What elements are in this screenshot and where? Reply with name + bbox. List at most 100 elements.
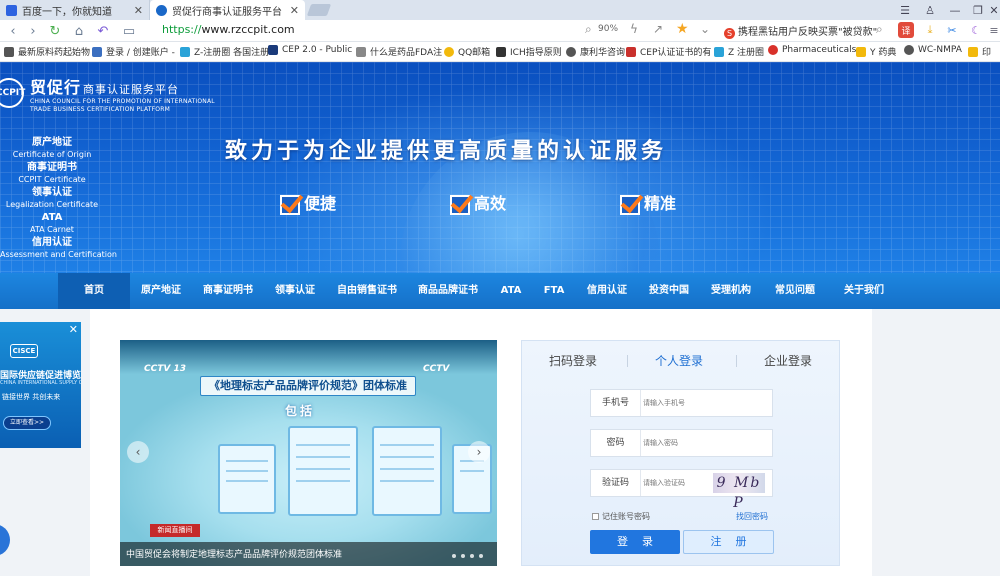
carousel-dot[interactable] [461,554,465,558]
nav-consular[interactable]: 领事认证 [268,273,322,309]
service-item-en[interactable]: Legalization Certificate [0,199,104,211]
carousel-next-icon[interactable]: › [468,441,490,463]
share-icon[interactable]: ↗ [653,22,663,36]
nav-agencies[interactable]: 受理机构 [704,273,758,309]
remember-me[interactable]: 记住账号密码 [592,511,650,522]
chevron-down-icon[interactable]: ⌄ [700,22,710,36]
bookmark-item[interactable]: Z 注册圈 [714,45,764,58]
tab-label: 贸促行商事认证服务平台 [172,6,282,18]
nav-about[interactable]: 关于我们 [836,273,892,309]
floating-side-button[interactable] [0,524,10,556]
translate-icon[interactable]: 译 [898,22,914,38]
nav-commercial-cert[interactable]: 商事证明书 [198,273,258,309]
bookmark-item[interactable]: ICH指导原则 [496,45,562,58]
password-input[interactable] [643,435,713,451]
service-item-en[interactable]: ATA Carnet [0,224,104,236]
ad-view-button[interactable]: 立即查看>> [3,416,51,430]
nav-invest-china[interactable]: 投资中国 [644,273,694,309]
logo-name-en-2: TRADE BUSINESS CERTIFICATION PLATFORM [30,106,170,113]
captcha-input[interactable] [643,475,713,491]
refresh-icon[interactable]: ↻ [46,22,64,40]
bookmark-label: 印 [982,48,992,58]
bookmark-item[interactable]: Y 药典 [856,45,896,58]
bookmark-item[interactable]: Pharmaceuticals [768,45,856,55]
home-icon[interactable]: ⌂ [70,22,88,40]
service-item-cn[interactable]: 原产地证 [0,136,104,149]
bookmark-item[interactable]: Z-注册圈 各国注册 [180,45,269,58]
bookmark-star-icon[interactable]: ★ [676,21,689,37]
site-logo[interactable]: CCPIT 贸促行商事认证服务平台 CHINA COUNCIL FOR THE … [0,74,215,114]
bookmark-item[interactable]: CEP 2.0 - Public [268,45,352,55]
bookmark-item[interactable]: WC-NMPA [904,45,962,55]
lightning-icon[interactable]: ϟ [630,22,638,36]
remember-checkbox[interactable] [592,513,599,520]
zoom-icon[interactable]: ⌕ [585,22,592,37]
register-button[interactable]: 注册 [683,530,774,554]
service-item-cn[interactable]: 领事认证 [0,186,104,199]
new-tab-button[interactable] [306,4,332,16]
bookmark-item[interactable]: CEP认证证书的有 [626,45,711,58]
close-window-icon[interactable]: ✕ [982,0,1000,20]
forward-icon[interactable]: › [24,22,42,40]
feature-label: 精准 [644,194,677,213]
tab-qr-login[interactable]: 扫码登录 [549,352,597,369]
service-item-cn[interactable]: 信用认证 [0,236,104,249]
nav-brand-cert[interactable]: 商品品牌证书 [412,273,484,309]
news-carousel[interactable]: CCTV 13 CCTV 《地理标志产品品牌评价规范》团体标准 包括 ‹ › 新… [120,340,497,566]
carousel-prev-icon[interactable]: ‹ [127,441,149,463]
nav-fta[interactable]: FTA [538,273,570,309]
floating-ad[interactable]: ✕ CISCE 国际供应链促进博览会 CHINA INTERNATIONAL S… [0,322,81,448]
carousel-dot[interactable] [479,554,483,558]
service-item-cn[interactable]: ATA [0,211,104,224]
tab-enterprise-login[interactable]: 企业登录 [764,352,812,369]
close-icon[interactable]: ✕ [134,4,143,17]
service-item-en[interactable]: Assessment and Certification [0,249,117,261]
nav-ata[interactable]: ATA [494,273,528,309]
folder-icon [968,46,978,57]
url-field[interactable]: https://www.rzccpit.com [162,23,295,36]
tools-icon[interactable]: ✂ [944,22,960,38]
bookmark-item[interactable]: QQ邮箱 [444,45,490,58]
close-icon[interactable]: ✕ [290,4,299,17]
tab-ccpit[interactable]: 贸促行商事认证服务平台 ✕ [150,0,305,20]
bookmark-item[interactable]: 康利华咨询 [566,45,625,58]
bookmark-item[interactable]: 印 [968,45,991,58]
nav-credit[interactable]: 信用认证 [580,273,634,309]
bookmark-item[interactable]: 最新原料药起始物 [4,45,90,58]
nav-home[interactable]: 首页 [58,273,130,309]
skin-icon[interactable]: ♙ [918,0,942,20]
login-button[interactable]: 登录 [590,530,680,554]
logo-name: 贸促行 商事认证服务平台 [30,74,215,98]
nav-free-sale[interactable]: 自由销售证书 [332,273,402,309]
bookmark-label: QQ邮箱 [458,48,491,58]
carousel-caption[interactable]: 中国贸促会将制定地理标志产品品牌评价规范团体标准 [126,547,342,560]
tab-baidu[interactable]: 百度一下，你就知道 ✕ [0,0,150,20]
carousel-dot[interactable] [452,554,456,558]
back-icon[interactable]: ‹ [4,22,22,40]
service-item-en[interactable]: Certificate of Origin [0,149,104,161]
tab-personal-login[interactable]: 个人登录 [655,352,703,369]
menu-icon[interactable]: ☰ [893,0,917,20]
carousel-dot[interactable] [470,554,474,558]
bookmark-item[interactable]: 什么是药品FDA注 [356,45,442,58]
reader-icon[interactable]: ▭ [120,22,138,40]
more-icon[interactable]: ≡ [986,22,1000,38]
search-icon[interactable]: ⌕ [876,22,883,37]
minimize-icon[interactable]: — [943,0,967,20]
close-icon[interactable]: ✕ [69,323,78,336]
captcha-image[interactable]: 9 Mb P [713,473,765,511]
nav-origin[interactable]: 原产地证 [134,273,188,309]
moon-icon[interactable]: ☾ [968,22,984,38]
forgot-password-link[interactable]: 找回密码 [736,511,768,522]
bookmark-item[interactable]: 登录 / 创建账户 - [92,45,175,58]
news-ticker[interactable]: S 携程黑钻用户反映买票"被贷款" [724,23,877,39]
service-item-en[interactable]: CCPIT Certificate [0,174,104,186]
bookmark-favicon-icon [268,45,278,55]
phone-input[interactable] [643,395,713,411]
undo-icon[interactable]: ↶ [94,22,112,40]
download-icon[interactable]: ⤓ [922,22,938,38]
nav-faq[interactable]: 常见问题 [768,273,822,309]
tab-divider [627,355,628,367]
bookmark-favicon-icon [566,46,576,57]
service-item-cn[interactable]: 商事证明书 [0,161,104,174]
